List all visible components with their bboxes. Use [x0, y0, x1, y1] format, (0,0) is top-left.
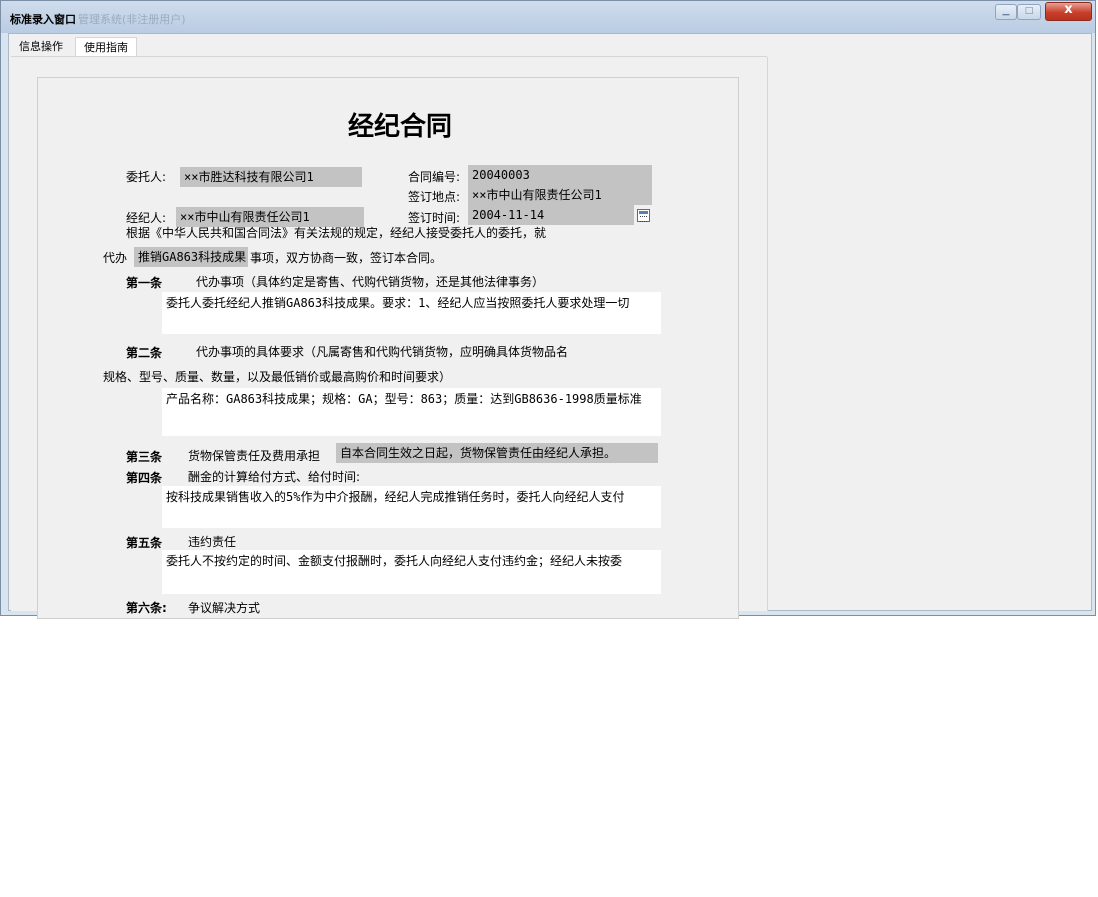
maximize-button[interactable]: □ — [1017, 4, 1041, 20]
sign-place-field[interactable]: ××市中山有限责任公司1 — [468, 185, 652, 205]
close-button[interactable]: x — [1045, 2, 1092, 21]
article2-text: 代办事项的具体要求（凡属寄售和代购代销货物，应明确具体货物品名 — [196, 345, 569, 359]
sign-time-field[interactable]: 2004-11-14 — [468, 205, 634, 225]
article6-title: 第六条: — [126, 601, 167, 615]
contract-form: 经纪合同 委托人: ××市胜达科技有限公司1 合同编号: 20040003 签订… — [37, 77, 739, 619]
client-area: 信息操作 使用指南 经纪合同 委托人: ××市胜达科技有限公司1 合同编号: 2… — [8, 33, 1092, 619]
minimize-button[interactable]: ▁ — [995, 4, 1017, 20]
article4-title: 第四条 — [126, 471, 163, 485]
article4-textarea[interactable]: 按科技成果销售收入的5%作为中介报酬，经纪人完成推销任务时，委托人向经纪人支付 — [162, 486, 661, 528]
contract-no-field[interactable]: 20040003 — [468, 165, 652, 185]
article3-title: 第三条 — [126, 450, 163, 464]
article3-text: 货物保管责任及费用承担 — [188, 449, 321, 463]
background-window-title: 管理系统(非注册用户) — [78, 13, 186, 26]
tab-panel: 经纪合同 委托人: ××市胜达科技有限公司1 合同编号: 20040003 签订… — [11, 57, 768, 619]
intro-prefix: 代办 — [103, 251, 128, 265]
sign-place-label: 签订地点: — [408, 190, 461, 204]
article2-text-line2: 规格、型号、质量、数量，以及最低销价或最高购价和时间要求） — [103, 370, 452, 384]
title-bar[interactable]: 管理系统(非注册用户) 标准录入窗口 ▁ □ x — [1, 1, 1095, 33]
contract-no-label: 合同编号: — [408, 170, 461, 184]
intro-suffix: 事项，双方协商一致，签订本合同。 — [250, 251, 443, 265]
agency-item-field[interactable]: 推销GA863科技成果 — [134, 247, 248, 267]
tab-info-operation[interactable]: 信息操作 — [11, 37, 73, 57]
window-title: 标准录入窗口 — [10, 13, 76, 26]
article6-text: 争议解决方式 — [188, 601, 261, 615]
article4-text: 酬金的计算给付方式、给付时间: — [188, 470, 361, 484]
article2-textarea[interactable]: 产品名称：GA863科技成果；规格：GA；型号：863；质量：达到GB8636-… — [162, 388, 661, 436]
intro-text-line1: 根据《中华人民共和国合同法》有关法规的规定，经纪人接受委托人的委托，就 — [126, 226, 547, 240]
client-field[interactable]: ××市胜达科技有限公司1 — [180, 167, 362, 187]
article5-text: 违约责任 — [188, 535, 237, 549]
article1-text: 代办事项（具体约定是寄售、代购代销货物，还是其他法律事务） — [196, 275, 545, 289]
calendar-icon[interactable] — [637, 209, 650, 222]
maximize-icon: □ — [1024, 6, 1034, 16]
article5-textarea[interactable]: 委托人不按约定的时间、金额支付报酬时，委托人向经纪人支付违约金；经纪人未按委 — [162, 550, 661, 594]
app-window: 管理系统(非注册用户) 标准录入窗口 ▁ □ x 信息操作 使用指南 经纪合同 … — [0, 0, 1096, 619]
article2-title: 第二条 — [126, 346, 163, 360]
article1-title: 第一条 — [126, 276, 163, 290]
article1-textarea[interactable]: 委托人委托经纪人推销GA863科技成果。要求：1、经纪人应当按照委托人要求处理一… — [162, 292, 661, 334]
minimize-icon: ▁ — [1002, 6, 1010, 16]
tab-user-guide[interactable]: 使用指南 — [75, 37, 137, 57]
article5-title: 第五条 — [126, 536, 163, 550]
article3-field[interactable]: 自本合同生效之日起，货物保管责任由经纪人承担。 — [336, 443, 658, 463]
close-icon: x — [1064, 2, 1073, 17]
client-label: 委托人: — [126, 170, 167, 184]
form-heading: 经纪合同 — [348, 112, 453, 142]
